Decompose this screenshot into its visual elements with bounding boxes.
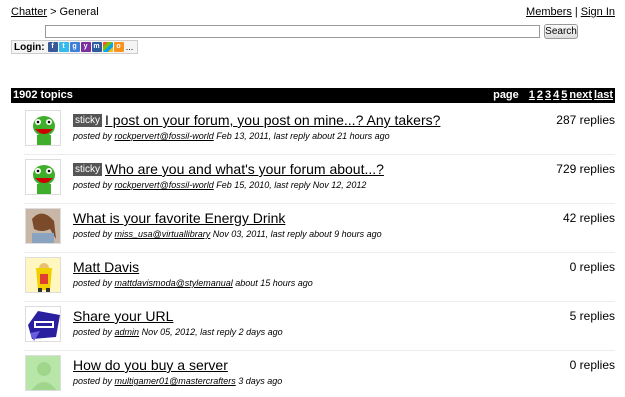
last-page-link[interactable]: last [594, 89, 613, 101]
topic-date: Nov 05, 2012, last reply 2 days ago [141, 327, 283, 337]
yahoo-icon[interactable]: y [80, 42, 91, 52]
topic-link[interactable]: Matt Davis [73, 259, 139, 275]
more-providers-button[interactable]: ... [125, 42, 135, 52]
topic-title: Share your URL [73, 308, 173, 324]
login-label: Login: [14, 41, 45, 53]
topic-title: What is your favorite Energy Drink [73, 210, 285, 226]
pagination: page 1 2 3 4 5 next last [493, 89, 613, 101]
topics-header: 1902 topics page 1 2 3 4 5 next last [11, 88, 615, 103]
page-label: page [493, 89, 519, 101]
topic-link[interactable]: Share your URL [73, 308, 173, 324]
topic-meta: posted by admin Nov 05, 2012, last reply… [73, 327, 283, 337]
topic-meta: posted by miss_usa@virtuallibrary Nov 03… [73, 229, 382, 239]
breadcrumb: Chatter > General [11, 6, 99, 18]
topic-link[interactable]: Who are you and what's your forum about.… [105, 161, 384, 177]
author-link[interactable]: multigamer01@mastercrafters [115, 376, 236, 386]
sign-in-link[interactable]: Sign In [581, 6, 615, 18]
members-link[interactable]: Members [526, 6, 572, 18]
facebook-icon[interactable]: f [47, 42, 58, 52]
sticky-badge: sticky [73, 163, 102, 176]
topic-date: Feb 15, 2010, last reply Nov 12, 2012 [216, 180, 367, 190]
topic-date: Nov 03, 2011, last reply about 9 hours a… [212, 229, 382, 239]
topic-meta: posted by rockpervert@fossil-world Feb 1… [73, 131, 390, 141]
posted-by-label: posted by [73, 229, 113, 239]
photo-person-avatar[interactable] [25, 208, 61, 244]
reply-count: 0 replies [569, 260, 615, 274]
purple-logo-avatar[interactable] [25, 306, 61, 342]
topic-row: Matt Davis posted by mattdavismoda@style… [24, 254, 615, 302]
openid-icon[interactable]: o [113, 42, 124, 52]
next-page-link[interactable]: next [569, 89, 592, 101]
topic-title: How do you buy a server [73, 357, 228, 373]
page-link-1[interactable]: 1 [529, 89, 535, 101]
topic-title: sticky I post on your forum, you post on … [73, 112, 440, 128]
topic-row: sticky I post on your forum, you post on … [24, 107, 615, 155]
topic-title: sticky Who are you and what's your forum … [73, 161, 384, 177]
topic-row: How do you buy a server posted by multig… [24, 352, 615, 397]
search-input[interactable] [45, 25, 540, 38]
breadcrumb-current: General [59, 6, 99, 18]
top-links: Members | Sign In [526, 6, 615, 18]
social-login-bar: Login: f t g y m o ... [11, 40, 138, 54]
reply-count: 729 replies [556, 162, 615, 176]
posted-by-label: posted by [73, 278, 113, 288]
top-bar: Chatter > General Members | Sign In [11, 6, 615, 20]
page-link-3[interactable]: 3 [545, 89, 551, 101]
sticky-badge: sticky [73, 114, 102, 127]
green-monster-avatar[interactable] [25, 159, 61, 195]
breadcrumb-chatter-link[interactable]: Chatter [11, 6, 47, 18]
green-monster-avatar[interactable] [25, 110, 61, 146]
author-link[interactable]: admin [115, 327, 140, 337]
posted-by-label: posted by [73, 376, 113, 386]
reply-count: 287 replies [556, 113, 615, 127]
reply-count: 0 replies [569, 358, 615, 372]
topic-row: What is your favorite Energy Drink poste… [24, 205, 615, 253]
posted-by-label: posted by [73, 327, 113, 337]
twitter-icon[interactable]: t [58, 42, 69, 52]
posted-by-label: posted by [73, 180, 113, 190]
default-silhouette-avatar[interactable] [25, 355, 61, 391]
topic-link[interactable]: I post on your forum, you post on mine..… [105, 112, 440, 128]
topic-meta: posted by rockpervert@fossil-world Feb 1… [73, 180, 366, 190]
yellow-figure-avatar[interactable] [25, 257, 61, 293]
windows-live-icon[interactable] [102, 42, 113, 52]
myspace-icon[interactable]: m [91, 42, 102, 52]
top-links-separator: | [574, 6, 578, 18]
topic-row: Share your URL posted by admin Nov 05, 2… [24, 303, 615, 351]
topic-meta: posted by multigamer01@mastercrafters 3 … [73, 376, 282, 386]
topic-row: sticky Who are you and what's your forum … [24, 156, 615, 204]
topic-link[interactable]: What is your favorite Energy Drink [73, 210, 285, 226]
author-link[interactable]: miss_usa@virtuallibrary [115, 229, 211, 239]
breadcrumb-separator: > [50, 6, 57, 18]
author-link[interactable]: rockpervert@fossil-world [115, 131, 214, 141]
page-link-2[interactable]: 2 [537, 89, 543, 101]
author-link[interactable]: mattdavismoda@stylemanual [115, 278, 233, 288]
author-link[interactable]: rockpervert@fossil-world [115, 180, 214, 190]
topic-meta: posted by mattdavismoda@stylemanual abou… [73, 278, 313, 288]
search-button[interactable]: Search [544, 24, 578, 39]
posted-by-label: posted by [73, 131, 113, 141]
topic-link[interactable]: How do you buy a server [73, 357, 228, 373]
page-link-5[interactable]: 5 [561, 89, 567, 101]
reply-count: 5 replies [569, 309, 615, 323]
topic-date: 3 days ago [238, 376, 283, 386]
topic-date: about 15 hours ago [235, 278, 313, 288]
topic-date: Feb 13, 2011, last reply about 21 hours … [216, 131, 390, 141]
topic-title: Matt Davis [73, 259, 139, 275]
reply-count: 42 replies [562, 211, 615, 225]
page-link-4[interactable]: 4 [553, 89, 559, 101]
topic-count: 1902 topics [13, 89, 73, 101]
google-icon[interactable]: g [69, 42, 80, 52]
